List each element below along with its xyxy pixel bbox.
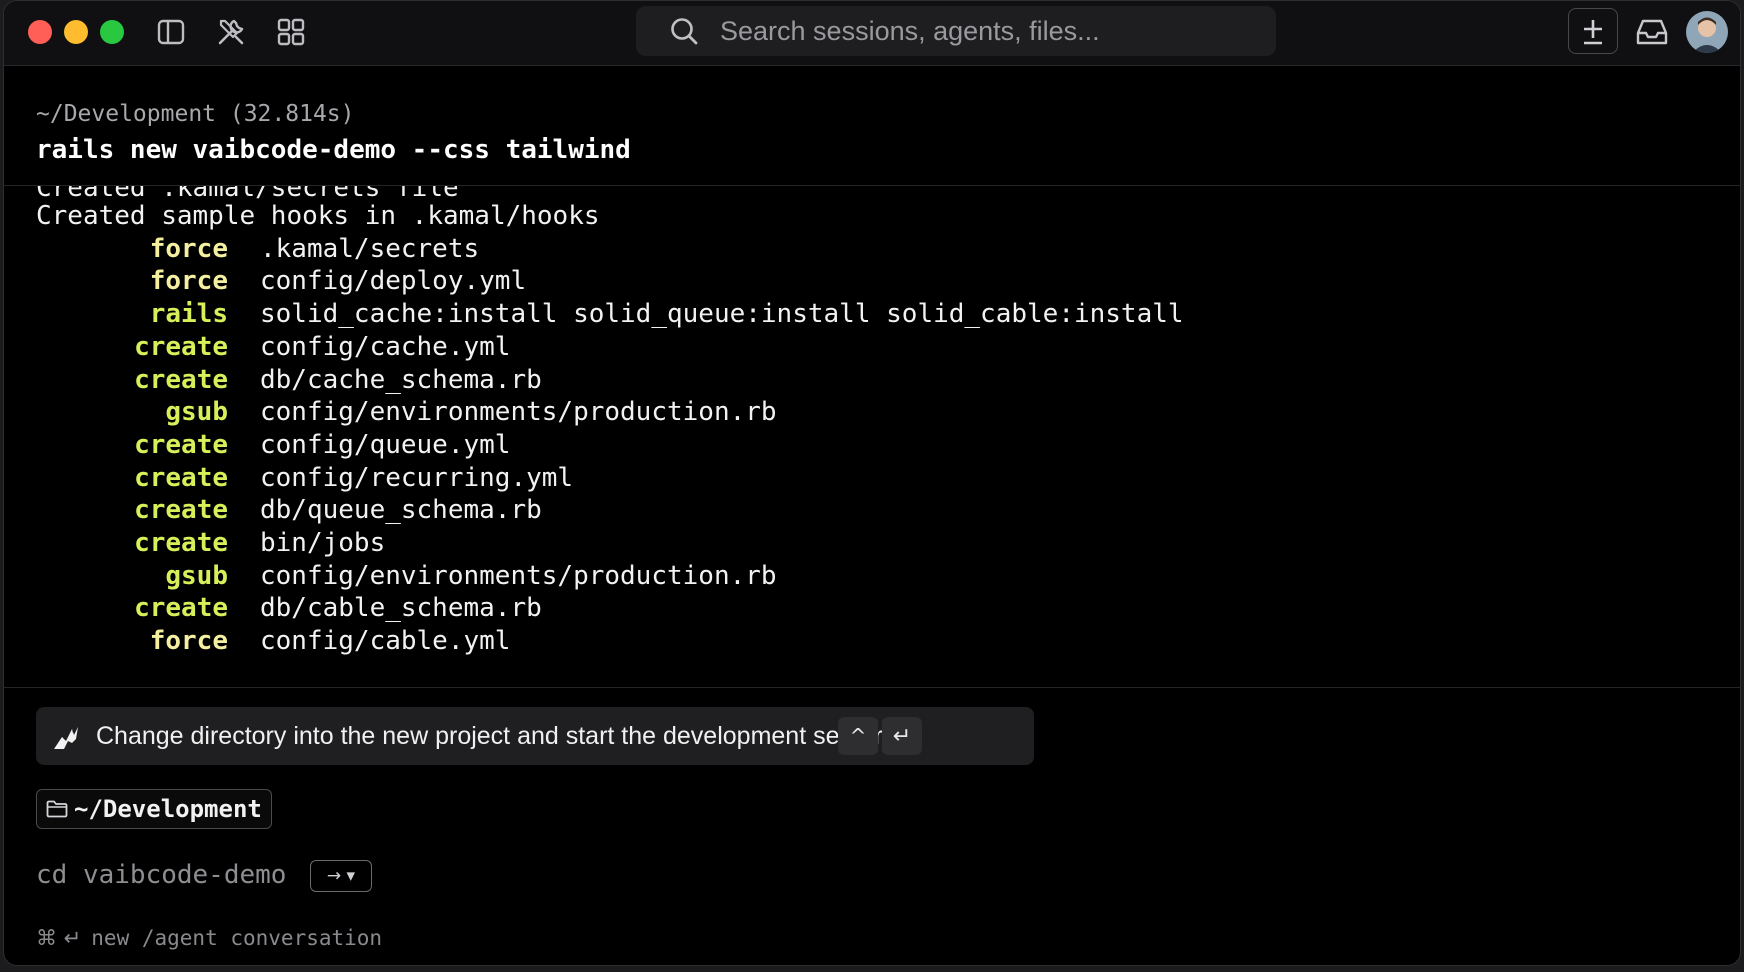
output-action-rails: rails	[149, 299, 228, 330]
output-line: create config/recurring.yml	[36, 462, 573, 494]
plus-icon	[1584, 20, 1602, 45]
grid-view-button[interactable]	[274, 15, 308, 49]
output-line: force config/cable.yml	[36, 625, 511, 657]
output-line: create bin/jobs	[36, 527, 385, 559]
output-path: config/deploy.yml	[260, 266, 527, 297]
new-session-button[interactable]	[1568, 8, 1618, 54]
output-line: create config/cache.yml	[36, 331, 510, 363]
output-line: create db/cache_schema.rb	[36, 364, 542, 396]
search-input[interactable]	[720, 15, 1240, 47]
output-line: rails solid_cache:install solid_queue:ins…	[36, 298, 1184, 330]
output-path: config/environments/production.rb	[260, 397, 777, 428]
avatar-icon	[1686, 11, 1728, 53]
output-action-create: create	[134, 364, 228, 395]
output-action-create: create	[134, 495, 228, 526]
output-line: create config/queue.yml	[36, 429, 510, 461]
command-output[interactable]: Created .kamal/secrets file Created samp…	[4, 186, 1740, 686]
output-path: config/cable.yml	[260, 626, 511, 657]
output-path: .kamal/secrets	[260, 233, 480, 264]
command-input[interactable]: cd vaibcode-demo	[36, 857, 286, 893]
output-action-force: force	[149, 266, 228, 297]
hint-text: new /agent conversation	[91, 926, 383, 950]
accept-suggestion-button[interactable]: ↵	[882, 717, 922, 755]
search-icon	[671, 18, 698, 45]
block-directory-duration: ~/Development (32.814s)	[36, 101, 355, 127]
output-action-gsub: gsub	[165, 560, 228, 591]
enter-key-icon: ↵	[892, 723, 912, 749]
run-options-button[interactable]: → ▾	[310, 860, 372, 892]
previous-suggestion-button[interactable]: ^	[838, 717, 878, 755]
command-block-header[interactable]: ~/Development (32.814s) rails new vaibco…	[4, 65, 1740, 185]
output-path: config/queue.yml	[260, 429, 511, 460]
grid-icon	[277, 18, 305, 46]
block-command: rails new vaibcode-demo --css tailwind	[36, 135, 631, 165]
output-line: gsub config/environments/production.rb	[36, 560, 777, 592]
app-window: ~/Development (32.814s) rails new vaibco…	[3, 0, 1741, 966]
output-path: bin/jobs	[260, 528, 386, 558]
divider	[4, 687, 1740, 688]
shortcut-hint: ⌘ ↵ new /agent conversation	[36, 923, 382, 953]
output-action-create: create	[134, 429, 228, 460]
agent-icon	[54, 727, 78, 749]
tools-button[interactable]	[214, 15, 248, 49]
sidebar-toggle-button[interactable]	[154, 15, 188, 49]
cmd-enter-shortcut: ⌘ ↵	[36, 926, 82, 950]
caret-up-icon: ^	[849, 724, 867, 748]
agent-suggestion[interactable]: Change directory into the new project an…	[36, 707, 1034, 765]
zoom-window-button[interactable]	[100, 20, 124, 44]
output-action-create: create	[134, 462, 228, 493]
inbox-button[interactable]	[1632, 13, 1672, 51]
output-path: config/environments/production.rb	[260, 560, 777, 591]
search-bar[interactable]	[636, 6, 1276, 56]
output-path: db/cache_schema.rb	[260, 364, 542, 395]
output-line: force .kamal/secrets	[36, 233, 479, 265]
directory-chip[interactable]: ~/Development	[36, 789, 272, 829]
output-action-create: create	[134, 331, 228, 362]
folder-icon	[46, 800, 68, 818]
output-line: force config/deploy.yml	[36, 265, 526, 297]
output-action-gsub: gsub	[165, 397, 228, 428]
user-avatar[interactable]	[1686, 11, 1728, 53]
output-path: config/cache.yml	[260, 331, 511, 362]
output-path: config/recurring.yml	[260, 462, 574, 493]
arrow-dropdown-icon: → ▾	[326, 866, 356, 886]
tools-icon	[218, 19, 244, 45]
minimize-window-button[interactable]	[64, 20, 88, 44]
title-bar	[4, 1, 1740, 66]
sidebar-toggle-icon	[157, 19, 185, 45]
directory-label: ~/Development	[74, 795, 262, 823]
output-line: create db/queue_schema.rb	[36, 494, 542, 526]
suggestion-text: Change directory into the new project an…	[96, 722, 889, 750]
output-path: db/queue_schema.rb	[260, 495, 542, 526]
output-line: Created sample hooks in .kamal/hooks	[36, 201, 600, 231]
output-line: gsub config/environments/production.rb	[36, 396, 777, 428]
output-action-force: force	[149, 233, 228, 264]
output-path: solid_cache:install solid_queue:install …	[260, 299, 1184, 330]
output-line: create db/cable_schema.rb	[36, 592, 542, 624]
output-action-force: force	[149, 626, 228, 657]
close-window-button[interactable]	[28, 20, 52, 44]
inbox-icon	[1636, 19, 1668, 45]
output-path: db/cable_schema.rb	[260, 593, 542, 624]
output-action-create: create	[134, 528, 228, 558]
output-action-create: create	[134, 593, 228, 624]
